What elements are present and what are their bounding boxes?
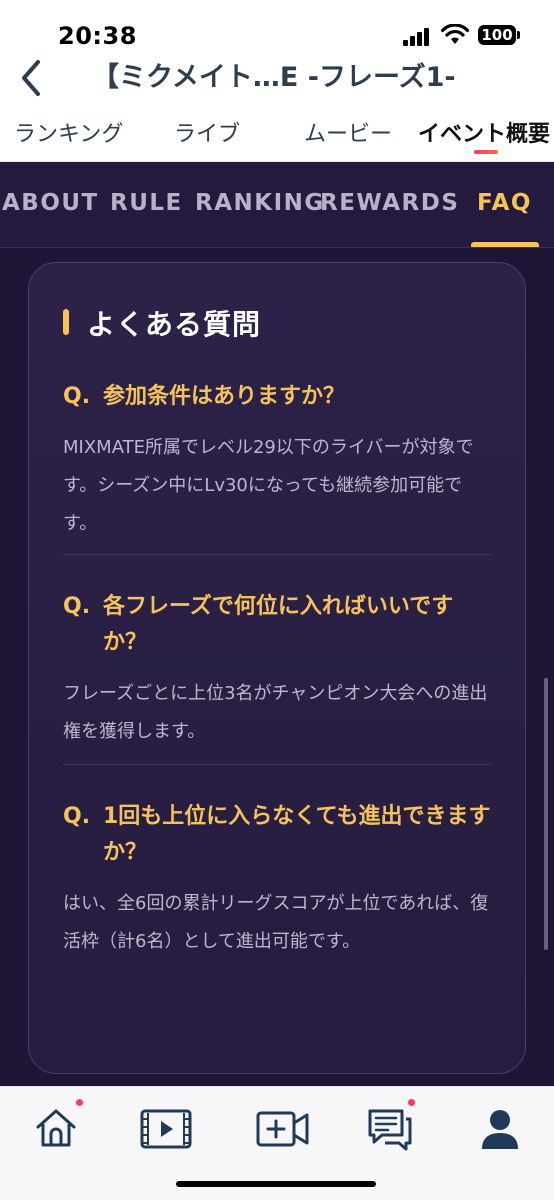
faq-question: Q. 参加条件はありますか？ (63, 379, 493, 415)
subtab-faq[interactable]: FAQ (477, 190, 532, 216)
scrollbar[interactable] (544, 678, 548, 950)
tab-active-indicator (474, 150, 498, 154)
tab-event-overview[interactable]: イベント概要 (418, 116, 550, 148)
tab-movie[interactable]: ムービー (304, 116, 392, 148)
tab-live[interactable]: ライブ (174, 116, 240, 148)
home-icon[interactable] (32, 1105, 80, 1153)
subtab-rule[interactable]: RULE (110, 190, 183, 216)
nav-header: 【ミクメイト…E -フレーズ1- (0, 58, 554, 98)
subtab-ranking[interactable]: RANKING (195, 190, 325, 216)
question-text: 各フレーズで何位に入ればいいですか？ (103, 594, 454, 655)
status-time: 20:38 (58, 22, 137, 50)
faq-item: Q. 各フレーズで何位に入ればいいですか？ フレーズごとに上位3名がチャンピオン… (63, 589, 493, 751)
tab-ranking[interactable]: ランキング (14, 116, 123, 148)
chat-icon[interactable] (366, 1105, 414, 1153)
question-prefix: Q. (63, 804, 91, 829)
subtab-about[interactable]: ABOUT (2, 190, 99, 216)
faq-answer: はい、全6回の累計リーグスコアが上位であれば、復活枠（計6名）として進出可能です… (63, 893, 489, 952)
faq-question: Q. 1回も上位に入らなくても進出できますか？ (63, 799, 493, 871)
wifi-icon (441, 24, 469, 44)
subtab-rewards[interactable]: REWARDS (320, 190, 459, 216)
back-chevron-icon[interactable] (16, 58, 46, 98)
video-icon[interactable] (140, 1105, 192, 1153)
faq-divider (63, 554, 491, 555)
question-prefix: Q. (63, 594, 91, 619)
page-title: 【ミクメイト…E -フレーズ1- (92, 62, 456, 93)
faq-item: Q. 参加条件はありますか？ MIXMATE所属でレベル29以下のライバーが対象… (63, 379, 493, 543)
home-badge-dot (76, 1099, 83, 1106)
cellular-signal-icon (403, 28, 429, 46)
event-content: ABOUT RULE RANKING REWARDS FAQ よくある質問 Q.… (0, 162, 554, 1086)
camera-plus-icon[interactable] (256, 1105, 310, 1153)
faq-section-title: よくある質問 (87, 308, 262, 341)
subtab-active-indicator (471, 242, 539, 247)
faq-answer: フレーズごとに上位3名がチャンピオン大会への進出権を獲得します。 (63, 683, 488, 742)
status-bar: 20:38 100 (0, 0, 554, 58)
faq-answer: MIXMATE所属でレベル29以下のライバーが対象です。シーズン中にLv30にな… (63, 437, 474, 534)
battery-indicator: 100 (478, 25, 520, 45)
faq-question: Q. 各フレーズで何位に入ればいいですか？ (63, 589, 493, 661)
faq-divider (63, 764, 491, 765)
question-text: 参加条件はありますか？ (103, 384, 346, 409)
question-prefix: Q. (63, 384, 91, 409)
chat-badge-dot (408, 1099, 415, 1106)
question-text: 1回も上位に入らなくても進出できますか？ (103, 804, 491, 865)
section-accent-bar (63, 309, 69, 335)
top-tab-bar: ランキング ライブ ムービー イベント概要 (0, 104, 554, 162)
faq-card: よくある質問 Q. 参加条件はありますか？ MIXMATE所属でレベル29以下の… (28, 262, 526, 1074)
faq-item: Q. 1回も上位に入らなくても進出できますか？ はい、全6回の累計リーグスコアが… (63, 799, 493, 961)
profile-icon[interactable] (476, 1105, 524, 1153)
home-indicator (176, 1181, 376, 1187)
event-subtab-bar: ABOUT RULE RANKING REWARDS FAQ (0, 162, 554, 248)
